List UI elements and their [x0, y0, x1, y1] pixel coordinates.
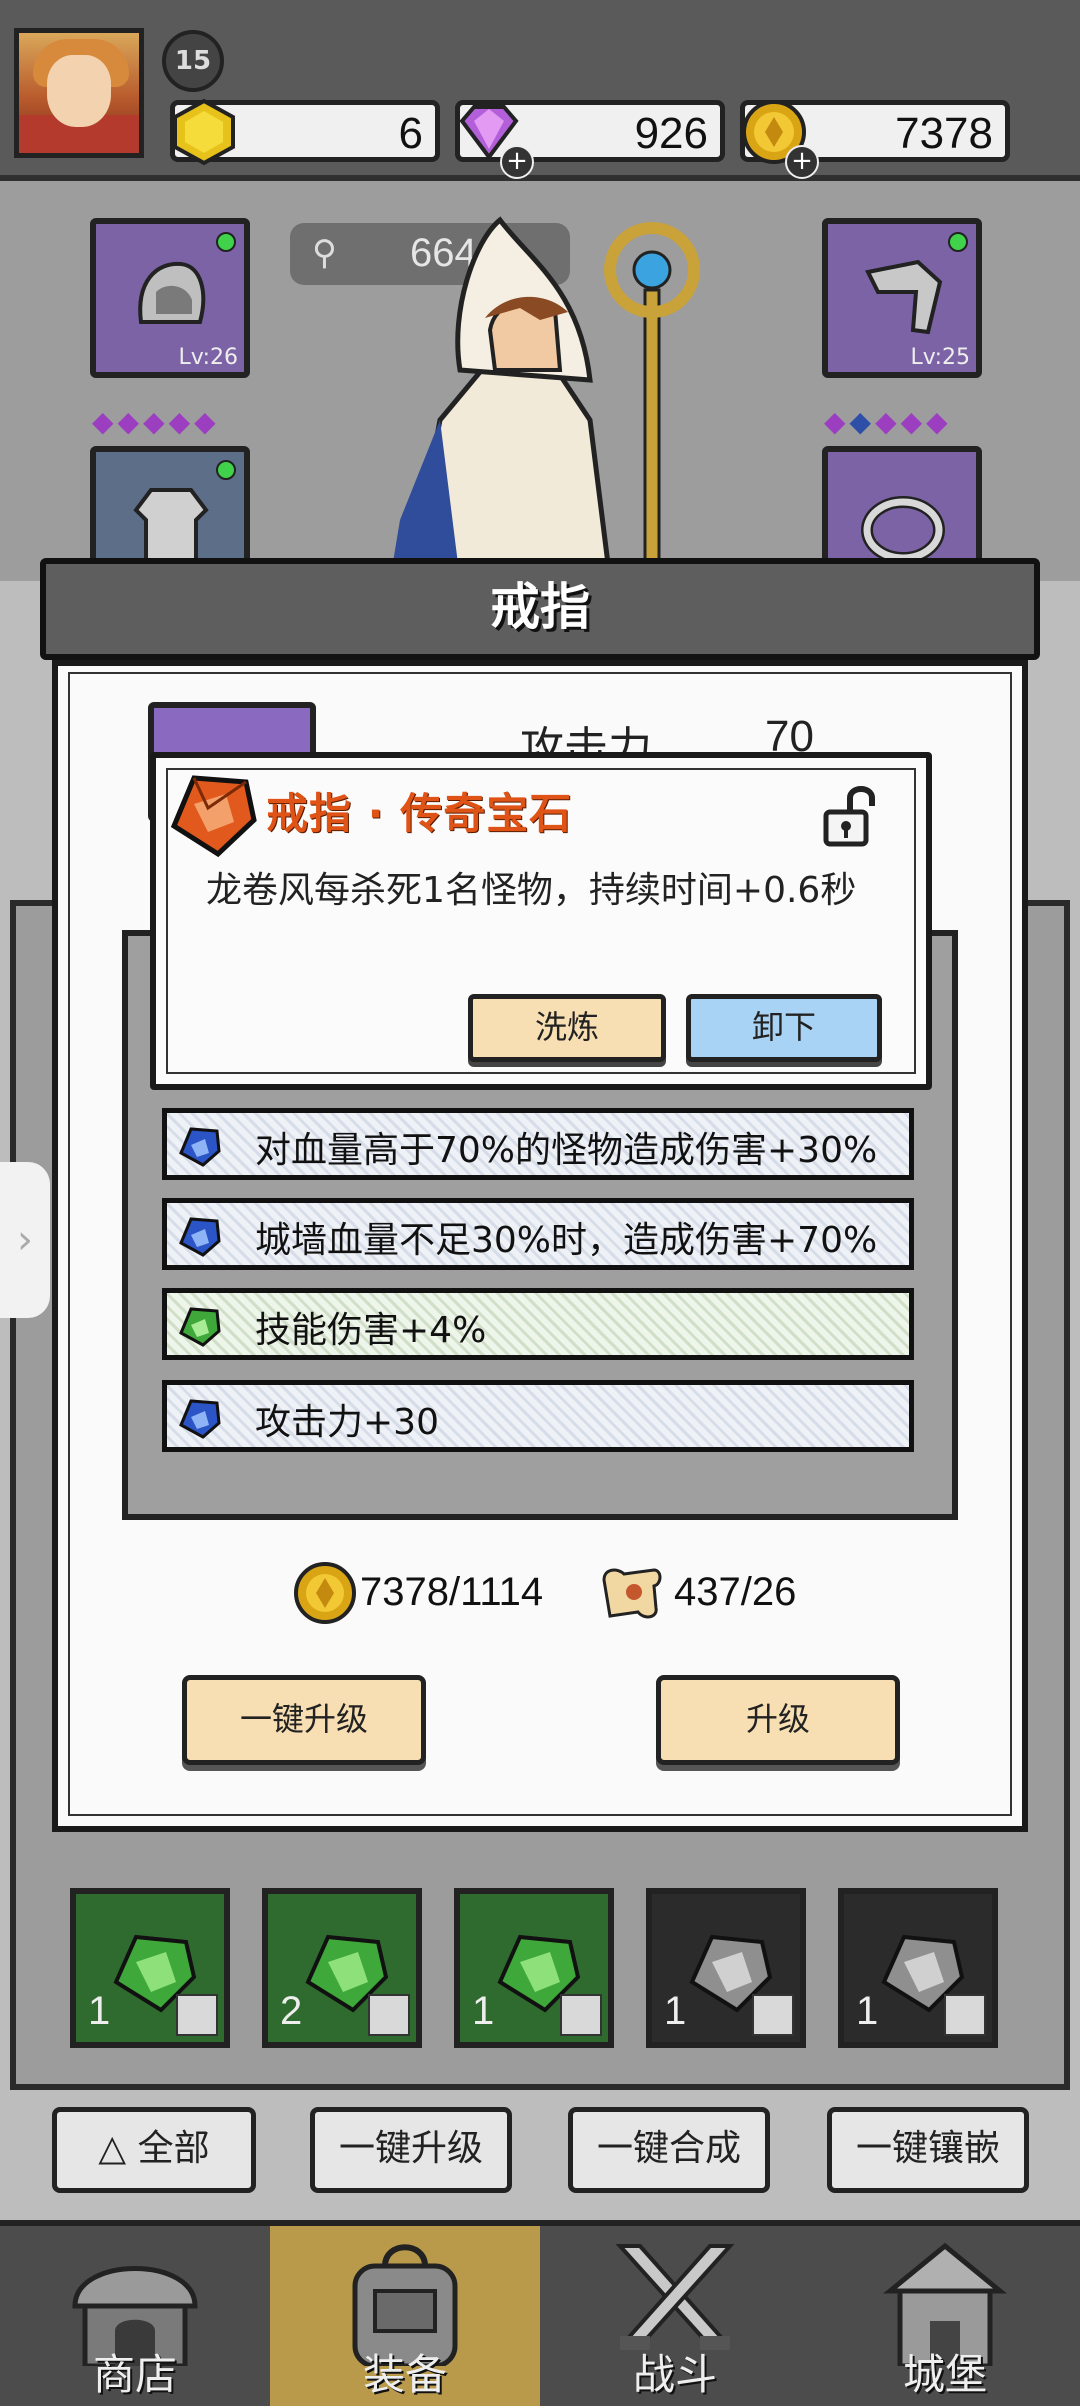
- gem-stat-row[interactable]: 城墙血量不足30%时，造成伤害+70%: [162, 1198, 914, 1270]
- gold-hexagon-icon: [173, 98, 235, 166]
- gem-stat-row[interactable]: 对血量高于70%的怪物造成伤害+30%: [162, 1108, 914, 1180]
- gems-resource: + 926: [455, 100, 725, 179]
- new-indicator: [948, 232, 968, 252]
- gem-stat-text: 攻击力+30: [255, 1402, 439, 1443]
- pants-level: Lv:25: [910, 345, 970, 370]
- top-bar: 15 6 + 926 + 7378: [0, 0, 1080, 181]
- energy-resource: 6: [170, 98, 440, 166]
- item-count: 1: [472, 1989, 495, 2033]
- gem-stat-row[interactable]: 攻击力+30: [162, 1380, 914, 1452]
- equip-type-icon: [368, 1994, 410, 2036]
- robe-icon: [133, 488, 209, 570]
- gold-coin-icon: [294, 1562, 356, 1624]
- filter-all-button[interactable]: △ 全部: [52, 2107, 256, 2193]
- coins-resource: + 7378: [740, 100, 1010, 179]
- inventory-item[interactable]: 1: [838, 1888, 998, 2048]
- nav-battle[interactable]: 战斗: [540, 2226, 810, 2406]
- bottom-nav: 商店 装备 战斗 城堡: [0, 2220, 1080, 2406]
- item-count: 1: [664, 1989, 687, 2033]
- inventory-row: 1 2 1 1 1: [70, 1888, 1010, 2048]
- green-gem-icon: [179, 1307, 221, 1347]
- one-key-upgrade-all-button[interactable]: 一键升级: [310, 2107, 512, 2193]
- blue-gem-icon: [179, 1127, 221, 1167]
- nav-shop[interactable]: 商店: [0, 2226, 270, 2406]
- ring-icon: [861, 496, 945, 564]
- equip-type-icon: [176, 1994, 218, 2036]
- one-key-inlay-button[interactable]: 一键镶嵌: [827, 2107, 1029, 2193]
- modal-header: 戒指: [40, 558, 1040, 660]
- popup-title: 戒指 · 传奇宝石: [266, 789, 573, 838]
- helmet-slot[interactable]: Lv:26: [90, 218, 250, 378]
- filter-all-label: 全部: [137, 2128, 210, 2169]
- blue-gem-icon: [179, 1399, 221, 1439]
- nav-castle[interactable]: 城堡: [810, 2226, 1080, 2406]
- add-coins-button[interactable]: +: [785, 145, 819, 179]
- chevron-right-icon: ›: [17, 1217, 33, 1263]
- add-gems-button[interactable]: +: [500, 145, 534, 179]
- nav-battle-label: 战斗: [632, 2350, 717, 2399]
- hero-character: [390, 216, 700, 580]
- unequip-button[interactable]: 卸下: [686, 994, 882, 1062]
- energy-value: 6: [398, 109, 423, 158]
- item-count: 1: [856, 1989, 879, 2033]
- scroll-icon: [602, 1568, 662, 1619]
- modal-title: 戒指: [490, 578, 590, 636]
- pants-stars: ◆◆◆◆◆: [824, 405, 952, 438]
- inventory-item[interactable]: 1: [454, 1888, 614, 2048]
- gem-stat-row[interactable]: 技能伤害+4%: [162, 1288, 914, 1360]
- triangle-icon: △: [98, 2128, 138, 2169]
- one-key-merge-button[interactable]: 一键合成: [568, 2107, 770, 2193]
- gem-stat-text: 对血量高于70%的怪物造成伤害+30%: [255, 1130, 878, 1171]
- inventory-item[interactable]: 1: [70, 1888, 230, 2048]
- pants-icon: [865, 259, 943, 335]
- nav-castle-label: 城堡: [902, 2350, 987, 2399]
- scroll-cost: 437/26: [674, 1570, 797, 1614]
- blue-gem-icon: [179, 1217, 221, 1257]
- nav-shop-label: 商店: [92, 2350, 177, 2399]
- side-expand-tab[interactable]: ›: [0, 1162, 50, 1318]
- refine-button[interactable]: 洗炼: [468, 994, 666, 1062]
- new-indicator: [216, 232, 236, 252]
- player-level-badge: 15: [162, 30, 224, 92]
- pants-slot[interactable]: Lv:25: [822, 218, 982, 378]
- helmet-level: Lv:26: [178, 345, 238, 370]
- one-key-upgrade-button[interactable]: 一键升级: [182, 1675, 426, 1765]
- gems-value: 926: [634, 109, 708, 158]
- item-count: 2: [280, 1989, 303, 2033]
- legendary-gem-icon: [170, 775, 257, 858]
- popup-description: 龙卷风每杀死1名怪物，持续时间+0.6秒: [206, 870, 857, 911]
- gem-stat-text: 城墙血量不足30%时，造成伤害+70%: [255, 1220, 878, 1261]
- gem-stat-text: 技能伤害+4%: [255, 1310, 487, 1351]
- power-icon: ⚲: [312, 233, 337, 273]
- equip-type-icon: [560, 1994, 602, 2036]
- helmet-stars: ◆◆◆◆◆: [92, 405, 220, 438]
- coins-value: 7378: [895, 109, 993, 158]
- item-count: 1: [88, 1989, 111, 2033]
- helmet-icon: [138, 261, 206, 324]
- new-indicator: [216, 460, 236, 480]
- unlock-icon[interactable]: [820, 782, 880, 848]
- player-avatar[interactable]: [14, 28, 144, 158]
- nav-equipment[interactable]: 装备: [270, 2226, 540, 2406]
- equip-type-icon: [944, 1994, 986, 2036]
- upgrade-button[interactable]: 升级: [656, 1675, 900, 1765]
- inventory-item[interactable]: 2: [262, 1888, 422, 2048]
- inventory-item[interactable]: 1: [646, 1888, 806, 2048]
- equip-type-icon: [752, 1994, 794, 2036]
- coin-cost: 7378/1114: [360, 1570, 544, 1614]
- nav-equipment-label: 装备: [362, 2350, 447, 2399]
